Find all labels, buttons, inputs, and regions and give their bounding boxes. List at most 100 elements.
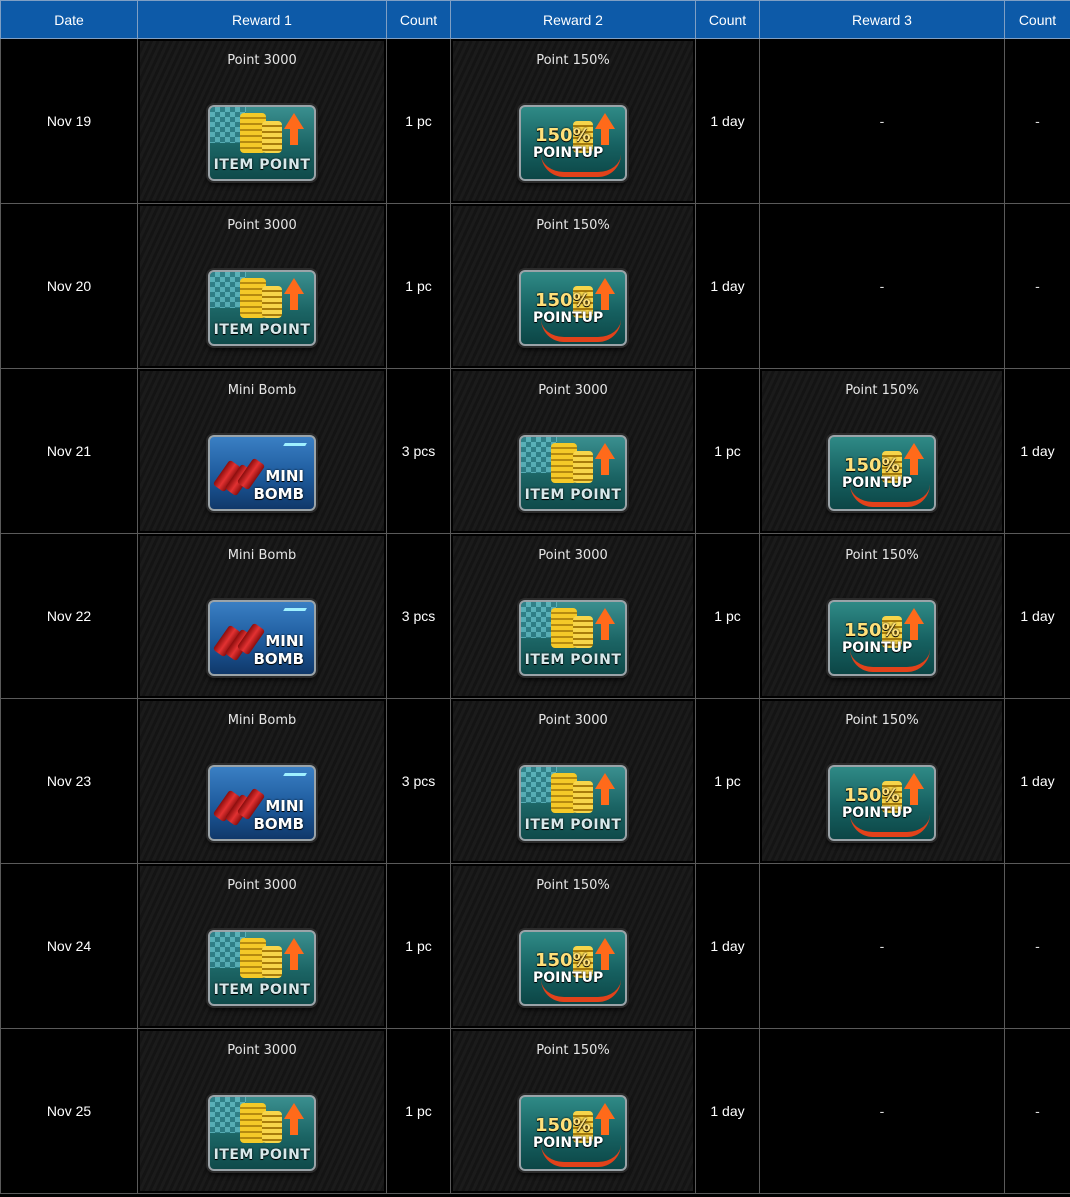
icon-text: ITEM POINT (524, 652, 622, 668)
reward-1-cell: Point 3000 ITEM POINT (137, 203, 387, 369)
icon-text-line-2: BOMB (253, 815, 304, 833)
reward-3-empty: - (759, 1028, 1005, 1194)
reward-name: Point 150% (536, 218, 610, 233)
rewards-table: Date Reward 1 Count Reward 2 Count Rewar… (0, 0, 1070, 1194)
reward-name: Point 150% (536, 1043, 610, 1058)
count-2: 1 pc (695, 533, 760, 699)
reward-3-cell: Point 150% 150% POINTUP (759, 368, 1005, 534)
reward-1-cell: Mini Bomb MINI BOMB (137, 368, 387, 534)
point-up-icon: 150% POINTUP (519, 1095, 627, 1171)
table-row: Nov 23 Mini Bomb MINI BOMB 3 pcs Point 3000 IT… (0, 698, 1070, 864)
reward-name: Mini Bomb (227, 713, 297, 728)
arrow-stem (601, 127, 609, 145)
reward-name: Point 150% (845, 548, 919, 563)
count-3: - (1004, 1028, 1070, 1194)
icon-text: POINTUP (533, 145, 604, 161)
reward-name: Mini Bomb (227, 383, 297, 398)
item-point-icon: ITEM POINT (519, 765, 627, 841)
icon-text: POINTUP (533, 970, 604, 986)
arrow-stem (910, 622, 918, 640)
count-2: 1 day (695, 203, 760, 369)
icon-text: POINTUP (533, 1135, 604, 1151)
table-row: Nov 24 Point 3000 ITEM POINT 1 pc Point 150%… (0, 863, 1070, 1029)
reward-panel: Point 3000 ITEM POINT (140, 206, 384, 366)
reward-name: Point 150% (845, 713, 919, 728)
item-point-icon: ITEM POINT (519, 600, 627, 676)
reward-panel: Point 3000 ITEM POINT (453, 371, 693, 531)
icon-percent: 150% (844, 455, 900, 476)
reward-panel: Point 150% 150% POINTUP (453, 866, 693, 1026)
count-2: 1 day (695, 38, 760, 204)
count-1: 1 pc (386, 203, 451, 369)
arrow-stem (910, 787, 918, 805)
icon-percent: 150% (844, 620, 900, 641)
icon-text-line-1: MINI (265, 632, 304, 650)
reward-panel: Point 3000 ITEM POINT (140, 866, 384, 1026)
reward-2-cell: Point 3000 ITEM POINT (450, 698, 696, 864)
reward-1-cell: Mini Bomb MINI BOMB (137, 533, 387, 699)
count-3: 1 day (1004, 698, 1070, 864)
reward-1-cell: Point 3000 ITEM POINT (137, 1028, 387, 1194)
header-date: Date (0, 0, 138, 39)
point-up-icon: 150% POINTUP (828, 765, 936, 841)
item-point-icon: ITEM POINT (208, 270, 316, 346)
icon-text: POINTUP (842, 805, 913, 821)
mini-bomb-icon: MINI BOMB (208, 765, 316, 841)
table-row: Nov 20 Point 3000 ITEM POINT 1 pc Point 150%… (0, 203, 1070, 369)
point-up-icon: 150% POINTUP (519, 105, 627, 181)
icon-text-line-2: BOMB (253, 650, 304, 668)
count-1: 3 pcs (386, 698, 451, 864)
reward-3-cell: Point 150% 150% POINTUP (759, 533, 1005, 699)
reward-name: Point 3000 (227, 1043, 297, 1058)
count-2: 1 day (695, 1028, 760, 1194)
count-3: 1 day (1004, 368, 1070, 534)
icon-text: POINTUP (842, 475, 913, 491)
table-row: Nov 19 Point 3000 ITEM POINT 1 pc Point 150%… (0, 38, 1070, 204)
reward-panel: Point 3000 ITEM POINT (453, 536, 693, 696)
reward-panel: Mini Bomb MINI BOMB (140, 701, 384, 861)
point-up-icon: 150% POINTUP (519, 270, 627, 346)
icon-text-line-2: BOMB (253, 485, 304, 503)
arrow-stem (601, 952, 609, 970)
row-date: Nov 23 (0, 698, 138, 864)
reward-2-cell: Point 150% 150% POINTUP (450, 38, 696, 204)
coin-stack-small (573, 616, 593, 648)
row-date: Nov 21 (0, 368, 138, 534)
header-count-3: Count (1004, 0, 1070, 39)
arrow-stem (601, 292, 609, 310)
icon-percent: 150% (535, 290, 591, 311)
icon-text-line-1: MINI (265, 467, 304, 485)
icon-percent: 150% (535, 1115, 591, 1136)
icon-text: ITEM POINT (213, 322, 311, 338)
arrow-stem (910, 457, 918, 475)
reward-3-empty: - (759, 203, 1005, 369)
icon-percent: 150% (535, 950, 591, 971)
count-1: 1 pc (386, 1028, 451, 1194)
reward-1-cell: Point 3000 ITEM POINT (137, 38, 387, 204)
spark-icon (275, 773, 307, 790)
icon-text-line-1: MINI (265, 797, 304, 815)
row-date: Nov 22 (0, 533, 138, 699)
header-count-1: Count (386, 0, 451, 39)
reward-2-cell: Point 3000 ITEM POINT (450, 368, 696, 534)
point-up-icon: 150% POINTUP (828, 600, 936, 676)
reward-panel: Point 150% 150% POINTUP (762, 371, 1002, 531)
arrow-stem (601, 622, 609, 640)
table-row: Nov 25 Point 3000 ITEM POINT 1 pc Point 150%… (0, 1028, 1070, 1194)
reward-1-cell: Mini Bomb MINI BOMB (137, 698, 387, 864)
coin-stack-small (573, 451, 593, 483)
reward-name: Point 3000 (227, 218, 297, 233)
icon-text: ITEM POINT (213, 1147, 311, 1163)
icon-percent: 150% (535, 125, 591, 146)
count-2: 1 pc (695, 368, 760, 534)
reward-1-cell: Point 3000 ITEM POINT (137, 863, 387, 1029)
arrow-stem (601, 1117, 609, 1135)
coin-stack-small (573, 781, 593, 813)
count-3: 1 day (1004, 533, 1070, 699)
reward-name: Point 150% (536, 878, 610, 893)
icon-text: ITEM POINT (524, 817, 622, 833)
arrow-stem (290, 292, 298, 310)
icon-text: POINTUP (533, 310, 604, 326)
reward-panel: Point 150% 150% POINTUP (453, 1031, 693, 1191)
coin-stack-small (262, 286, 282, 318)
